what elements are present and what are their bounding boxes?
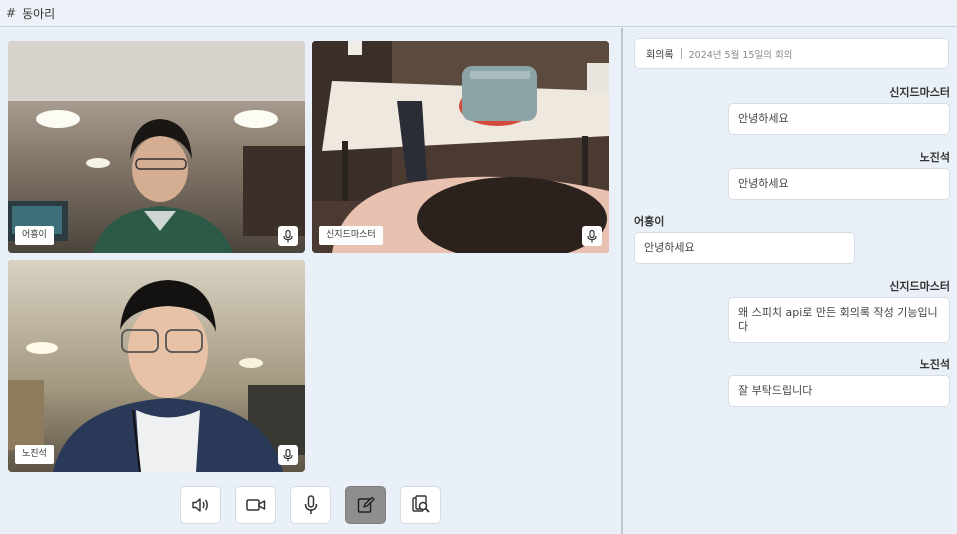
microphone-button[interactable] bbox=[290, 486, 331, 524]
minutes-panel: 회의록 2024년 5월 15일의 회의 신지드마스터 안녕하세요 노진석 안녕… bbox=[623, 28, 957, 534]
participant-name-tag: 신지드마스터 bbox=[319, 226, 383, 245]
participant-mic-icon[interactable] bbox=[278, 445, 298, 465]
message-sender: 신지드마스터 bbox=[889, 280, 950, 293]
participant-mic-icon[interactable] bbox=[582, 226, 602, 246]
participant-video-feed bbox=[8, 41, 305, 253]
participant-name-tag: 노진석 bbox=[15, 445, 54, 464]
header-separator bbox=[680, 48, 682, 59]
message-sender: 노진석 bbox=[919, 358, 950, 371]
participant-video-feed bbox=[8, 260, 305, 472]
message-sender: 노진석 bbox=[919, 151, 950, 164]
speaker-button[interactable] bbox=[180, 486, 221, 524]
video-grid: 어흥이 신지드마스터 노진석 bbox=[0, 28, 622, 534]
message-bubble: 안녕하세요 bbox=[728, 103, 950, 135]
message-sender: 어흥이 bbox=[634, 215, 665, 228]
video-tile-participant-1[interactable]: 어흥이 bbox=[8, 41, 305, 253]
message-bubble: 안녕하세요 bbox=[728, 168, 950, 200]
minutes-edit-button[interactable] bbox=[345, 486, 386, 524]
minutes-header[interactable]: 회의록 2024년 5월 15일의 회의 bbox=[634, 38, 949, 69]
minutes-label: 회의록 bbox=[646, 50, 674, 61]
participant-mic-icon[interactable] bbox=[278, 226, 298, 246]
call-controls bbox=[180, 486, 441, 524]
video-camera-icon bbox=[245, 499, 265, 511]
edit-icon bbox=[357, 496, 375, 513]
video-tile-participant-3[interactable]: 노진석 bbox=[8, 260, 305, 472]
message-sender: 신지드마스터 bbox=[889, 86, 950, 99]
video-tile-participant-2[interactable]: 신지드마스터 bbox=[312, 41, 609, 253]
mic-icon bbox=[304, 495, 317, 514]
hash-icon: # bbox=[6, 6, 17, 20]
camera-button[interactable] bbox=[235, 486, 276, 524]
message-bubble: 잘 부탁드립니다 bbox=[728, 375, 950, 407]
minutes-search-button[interactable] bbox=[400, 486, 441, 524]
minutes-date: 2024년 5월 15일의 회의 bbox=[688, 49, 793, 61]
document-search-icon bbox=[411, 495, 430, 513]
channel-header: # 동아리 bbox=[0, 0, 957, 27]
participant-video-feed bbox=[312, 41, 609, 253]
participant-name-tag: 어흥이 bbox=[15, 226, 54, 245]
message-bubble: 안녕하세요 bbox=[634, 232, 855, 264]
speaker-icon bbox=[191, 498, 208, 512]
channel-name: 동아리 bbox=[22, 6, 56, 21]
message-bubble: 왜 스피치 api로 만든 회의록 작성 기능입니다 bbox=[728, 297, 950, 343]
